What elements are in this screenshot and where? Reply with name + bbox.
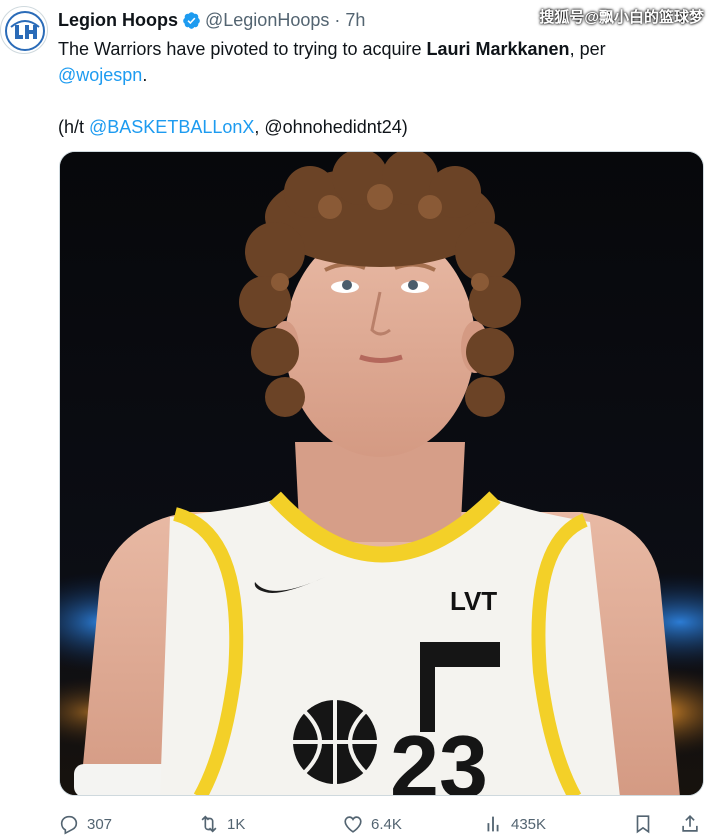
avatar[interactable]	[0, 6, 48, 54]
text-segment: The Warriors have pivoted to trying to a…	[58, 39, 427, 59]
like-icon	[344, 816, 362, 833]
text-segment: , @ohnohedidnt24)	[254, 117, 408, 137]
share-button[interactable]	[679, 813, 708, 835]
repost-button[interactable]: 1K	[198, 813, 342, 835]
repost-count: 1K	[227, 815, 246, 833]
author-handle[interactable]: @LegionHoops	[205, 10, 329, 31]
like-count: 6.4K	[371, 815, 402, 833]
views-count: 435K	[511, 815, 547, 833]
tweet: Legion Hoops @LegionHoops · 7h 搜狐号@飘小白的篮…	[0, 0, 716, 839]
text-segment: , per	[569, 39, 606, 59]
watermark: 搜狐号@飘小白的篮球梦	[539, 9, 704, 26]
reply-count: 307	[87, 815, 113, 833]
views-button[interactable]: 435K	[482, 813, 632, 835]
legion-hoops-logo-icon	[5, 11, 45, 51]
reply-icon	[60, 815, 78, 835]
tweet-actions: 307 1K 6.4K 435K	[58, 810, 708, 838]
player-photo: LVT 23	[60, 152, 703, 796]
display-name[interactable]: Legion Hoops	[58, 10, 178, 31]
like-button[interactable]: 6.4K	[342, 813, 482, 835]
mention-link-basketballonx[interactable]: @BASKETBALLonX	[89, 117, 254, 137]
tweet-text: The Warriors have pivoted to trying to a…	[58, 36, 698, 140]
repost-icon	[201, 815, 217, 833]
bookmark-icon	[636, 815, 650, 834]
text-segment: (h/t	[58, 117, 90, 137]
bookmark-button[interactable]	[632, 813, 661, 835]
tweet-text-line-1: The Warriors have pivoted to trying to a…	[58, 36, 698, 62]
player-name: Lauri Markkanen	[426, 39, 570, 59]
separator-dot: ·	[334, 9, 341, 30]
views-icon	[487, 816, 499, 832]
tweet-actions-right	[632, 813, 708, 835]
reply-button[interactable]: 307	[58, 813, 198, 835]
tweet-text-line-3: (h/t @BASKETBALLonX, @ohnohedidnt24)	[58, 114, 698, 140]
jersey-logo: LVT	[450, 586, 497, 616]
verified-badge-icon	[183, 11, 200, 29]
mention-link-wojespn[interactable]: @wojespn	[58, 65, 142, 85]
share-icon	[682, 815, 698, 832]
text-segment: .	[142, 65, 148, 85]
jersey-number: 23	[390, 717, 488, 796]
tweet-media-photo[interactable]: LVT 23	[59, 151, 704, 796]
timestamp[interactable]: 7h	[345, 10, 365, 31]
tweet-text-line-2: @wojespn.	[58, 62, 698, 88]
